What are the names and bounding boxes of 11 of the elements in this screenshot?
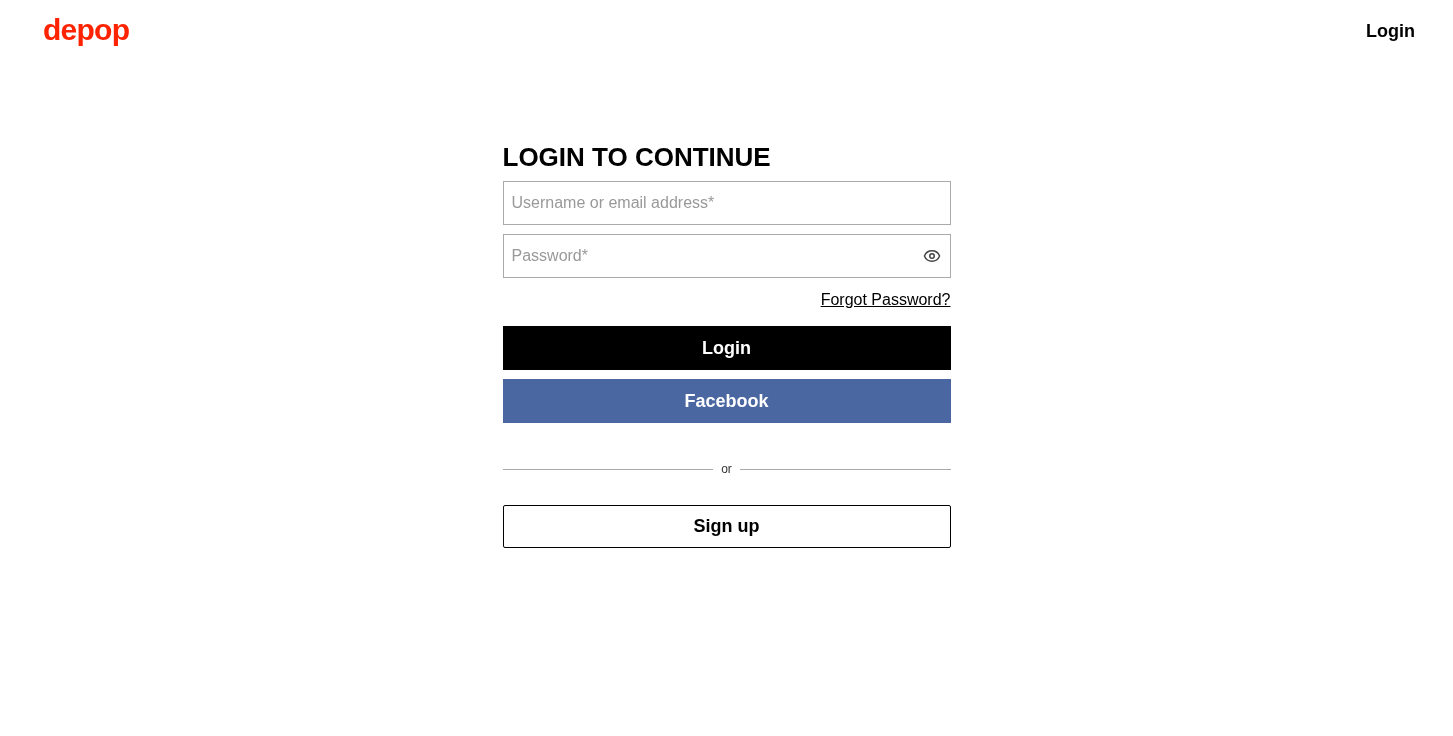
signup-button[interactable]: Sign up [502,505,951,548]
show-password-icon[interactable] [922,247,941,265]
login-link[interactable]: Login [1366,18,1415,45]
page-title: LOGIN TO CONTINUE [502,141,772,173]
login-button[interactable]: Login [502,326,951,370]
logo[interactable]: depop [43,14,130,45]
username-field[interactable]: Username or email address* [502,181,951,225]
facebook-button[interactable]: Facebook [502,379,951,423]
forgot-password-link[interactable]: Forgot Password? [820,288,951,312]
password-field[interactable]: Password* [502,234,951,278]
divider-label: or [721,461,732,478]
